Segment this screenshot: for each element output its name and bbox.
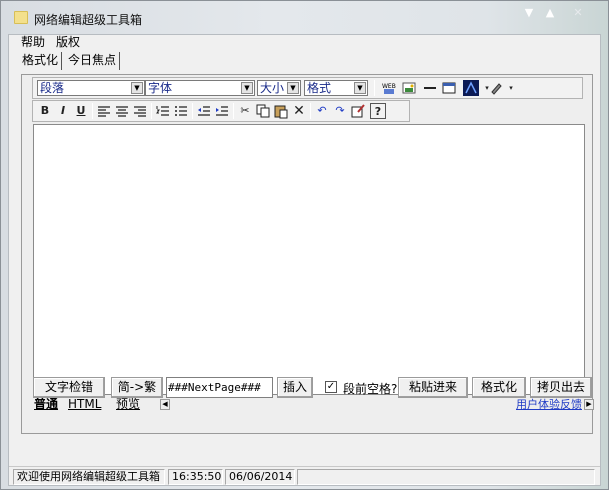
status-welcome: 欢迎使用网络编辑超级工具箱: [13, 469, 165, 485]
tab-preview[interactable]: 预览: [116, 397, 140, 412]
delete-icon[interactable]: ✕: [291, 103, 307, 119]
chevron-down-icon: ▼: [131, 82, 143, 94]
toolbar-separator: [233, 103, 234, 119]
window-title: 网络编辑超级工具箱: [34, 13, 143, 27]
toolbar-row-1: 段落 ▼ 字体 ▼ 大小 ▼ 格式 ▼ WEB ▾ ▾: [32, 77, 583, 99]
toolbar-separator: [192, 103, 193, 119]
format-button[interactable]: 格式化: [472, 377, 526, 398]
redo-icon[interactable]: ↷: [332, 103, 348, 119]
status-date: 06/06/2014: [225, 469, 295, 485]
chevron-down-icon[interactable]: ▾: [503, 80, 519, 96]
action-bar: 文字检错 简->繁 ###NextPage### 插入 ✓ 段前空格? 粘贴进来…: [21, 377, 593, 399]
toolbar-row-2: B I U ✂ ✕ ↶ ↷ ?: [32, 100, 410, 122]
outdent-icon[interactable]: [196, 103, 212, 119]
feedback-link[interactable]: 用户体验反馈: [516, 397, 582, 412]
horizontal-rule-icon[interactable]: [422, 80, 438, 96]
table-icon[interactable]: [441, 80, 457, 96]
style-select[interactable]: 格式 ▼: [304, 80, 368, 96]
bold-icon[interactable]: B: [37, 103, 53, 119]
scroll-left-icon[interactable]: ◀: [160, 399, 170, 410]
status-empty: [297, 469, 595, 485]
style-select-value: 格式: [307, 81, 332, 95]
chevron-down-icon: ▼: [287, 82, 299, 94]
cut-icon[interactable]: ✂: [237, 103, 253, 119]
size-select-value: 大小: [260, 81, 285, 95]
insert-button[interactable]: 插入: [277, 377, 313, 398]
toolbar-separator: [310, 103, 311, 119]
app-window: 网络编辑超级工具箱 ▼ ▲ ✕ 帮助 版权 格式化 今日焦点 段落 ▼ 字体 ▼ 大…: [0, 0, 609, 490]
tab-today-focus[interactable]: 今日焦点: [65, 52, 121, 70]
title-bar[interactable]: 网络编辑超级工具箱 ▼ ▲ ✕: [1, 1, 608, 34]
web-icon[interactable]: WEB: [381, 80, 397, 96]
svg-text:WEB: WEB: [382, 83, 396, 90]
paragraph-select[interactable]: 段落 ▼: [37, 80, 145, 96]
copy-out-button[interactable]: 拷贝出去: [530, 377, 592, 398]
tab-normal[interactable]: 普通: [34, 397, 58, 412]
copy-icon[interactable]: [255, 103, 271, 119]
image-icon[interactable]: [401, 80, 417, 96]
minimize-button[interactable]: ▼: [517, 4, 541, 24]
menu-help[interactable]: 帮助: [21, 35, 45, 49]
status-bar: 欢迎使用网络编辑超级工具箱 16:35:50 06/06/2014: [9, 466, 600, 485]
tab-format[interactable]: 格式化: [19, 52, 63, 70]
highlight-icon[interactable]: [488, 80, 504, 96]
tab-html[interactable]: HTML: [68, 397, 101, 412]
menu-copyright[interactable]: 版权: [56, 35, 80, 49]
align-left-icon[interactable]: [96, 103, 112, 119]
paste-icon[interactable]: [273, 103, 289, 119]
menu-bar: 帮助 版权: [9, 35, 600, 50]
client-area: 帮助 版权 格式化 今日焦点 段落 ▼ 字体 ▼ 大小 ▼ 格式 ▼ WEB ▾ ▾: [8, 34, 601, 486]
italic-icon[interactable]: I: [55, 103, 71, 119]
close-button[interactable]: ✕: [563, 4, 593, 24]
chevron-down-icon: ▼: [354, 82, 366, 94]
paste-in-button[interactable]: 粘贴进来: [398, 377, 468, 398]
toolbar-separator: [151, 103, 152, 119]
align-center-icon[interactable]: [114, 103, 130, 119]
align-right-icon[interactable]: [132, 103, 148, 119]
convert-traditional-button[interactable]: 简->繁: [111, 377, 163, 398]
scroll-right-icon[interactable]: ▶: [584, 399, 594, 410]
main-tabs: 格式化 今日焦点: [9, 52, 600, 70]
edit-icon[interactable]: [350, 103, 366, 119]
indent-checkbox[interactable]: ✓: [325, 381, 337, 393]
toolbar-separator: [92, 103, 93, 119]
paragraph-select-value: 段落: [40, 81, 65, 95]
view-tabs: 普通 HTML 预览 ◀ 用户体验反馈 ▶: [32, 397, 594, 413]
ordered-list-icon[interactable]: [155, 103, 171, 119]
chevron-down-icon: ▼: [241, 82, 253, 94]
status-time: 16:35:50: [168, 469, 223, 485]
indent-icon[interactable]: [214, 103, 230, 119]
undo-icon[interactable]: ↶: [314, 103, 330, 119]
underline-icon[interactable]: U: [73, 103, 89, 119]
font-select-value: 字体: [148, 81, 173, 95]
unordered-list-icon[interactable]: [173, 103, 189, 119]
help-icon[interactable]: ?: [370, 103, 386, 119]
editor-text-area[interactable]: [33, 124, 585, 395]
maximize-button[interactable]: ▲: [539, 4, 561, 24]
app-icon: [14, 11, 28, 24]
text-color-icon[interactable]: [463, 80, 479, 96]
toolbar-separator: [374, 80, 375, 96]
spell-check-button[interactable]: 文字检错: [33, 377, 105, 398]
indent-checkbox-label: 段前空格?: [343, 382, 398, 396]
size-select[interactable]: 大小 ▼: [257, 80, 301, 96]
font-select[interactable]: 字体 ▼: [145, 80, 255, 96]
page-separator-input[interactable]: ###NextPage###: [166, 377, 273, 398]
